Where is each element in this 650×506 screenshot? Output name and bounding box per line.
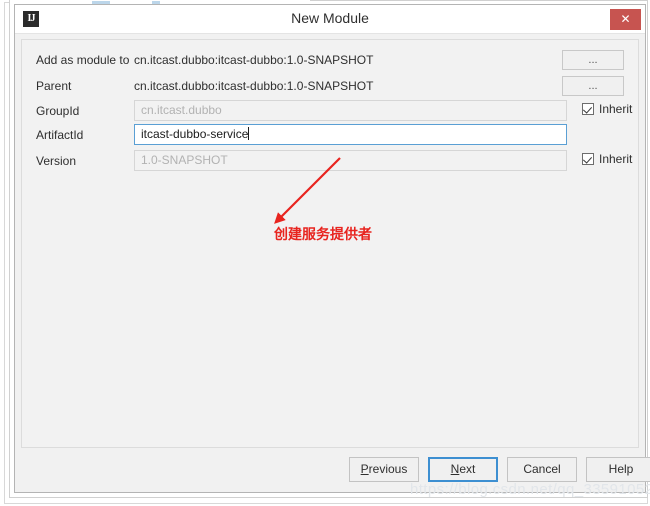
groupid-input[interactable]: cn.itcast.dubbo — [134, 100, 567, 121]
label-parent: Parent — [36, 79, 72, 93]
previous-button[interactable]: Previous — [349, 457, 419, 482]
cancel-button[interactable]: Cancel — [507, 457, 577, 482]
groupid-inherit-checkbox[interactable]: Inherit — [582, 102, 632, 116]
version-inherit-label: Inherit — [599, 152, 633, 166]
artifactid-input-value: itcast-dubbo-service — [141, 127, 249, 141]
value-add-as-module-to: cn.itcast.dubbo:itcast-dubbo:1.0-SNAPSHO… — [134, 53, 374, 67]
artifactid-input[interactable]: itcast-dubbo-service — [134, 124, 567, 145]
dialog-title: New Module — [291, 10, 369, 26]
screenshot-root: IJ New Module ✕ Add as module to cn.itca… — [0, 0, 650, 506]
form-row-groupid: GroupId cn.itcast.dubbo Inherit — [22, 100, 638, 124]
form-row-parent: Parent cn.itcast.dubbo:itcast-dubbo:1.0-… — [22, 75, 638, 99]
previous-mnemonic: P — [360, 462, 369, 476]
text-caret — [248, 127, 250, 140]
label-version: Version — [36, 154, 77, 168]
next-button[interactable]: Next — [428, 457, 498, 482]
browse-button-add-as-module-to[interactable]: ... — [562, 50, 624, 70]
groupid-inherit-label: Inherit — [599, 102, 633, 116]
form-row-artifactid: ArtifactId itcast-dubbo-service — [22, 124, 638, 148]
label-add-as-module-to: Add as module to — [36, 53, 130, 67]
dialog-titlebar: IJ New Module ✕ — [15, 5, 645, 34]
form-row-add-as-module-to: Add as module to cn.itcast.dubbo:itcast-… — [22, 49, 638, 73]
checkbox-checked-icon — [582, 103, 594, 115]
label-groupid: GroupId — [36, 104, 80, 118]
new-module-dialog: IJ New Module ✕ Add as module to cn.itca… — [14, 4, 650, 493]
close-icon[interactable]: ✕ — [610, 9, 641, 30]
version-input[interactable]: 1.0-SNAPSHOT — [134, 150, 567, 171]
next-post: ext — [459, 462, 476, 476]
annotation-label: 创建服务提供者 — [274, 228, 372, 243]
dialog-content-panel: Add as module to cn.itcast.dubbo:itcast-… — [21, 39, 639, 448]
value-parent: cn.itcast.dubbo:itcast-dubbo:1.0-SNAPSHO… — [134, 79, 374, 93]
help-button[interactable]: Help — [586, 457, 650, 482]
label-artifactid: ArtifactId — [36, 128, 84, 142]
form-row-version: Version 1.0-SNAPSHOT Inherit — [22, 150, 638, 174]
browse-button-parent[interactable]: ... — [562, 76, 624, 96]
version-inherit-checkbox[interactable]: Inherit — [582, 152, 632, 166]
watermark: https://blog.csdn.net/qq_33591052 — [410, 481, 650, 498]
previous-post: revious — [368, 462, 408, 476]
checkbox-checked-icon — [582, 153, 594, 165]
